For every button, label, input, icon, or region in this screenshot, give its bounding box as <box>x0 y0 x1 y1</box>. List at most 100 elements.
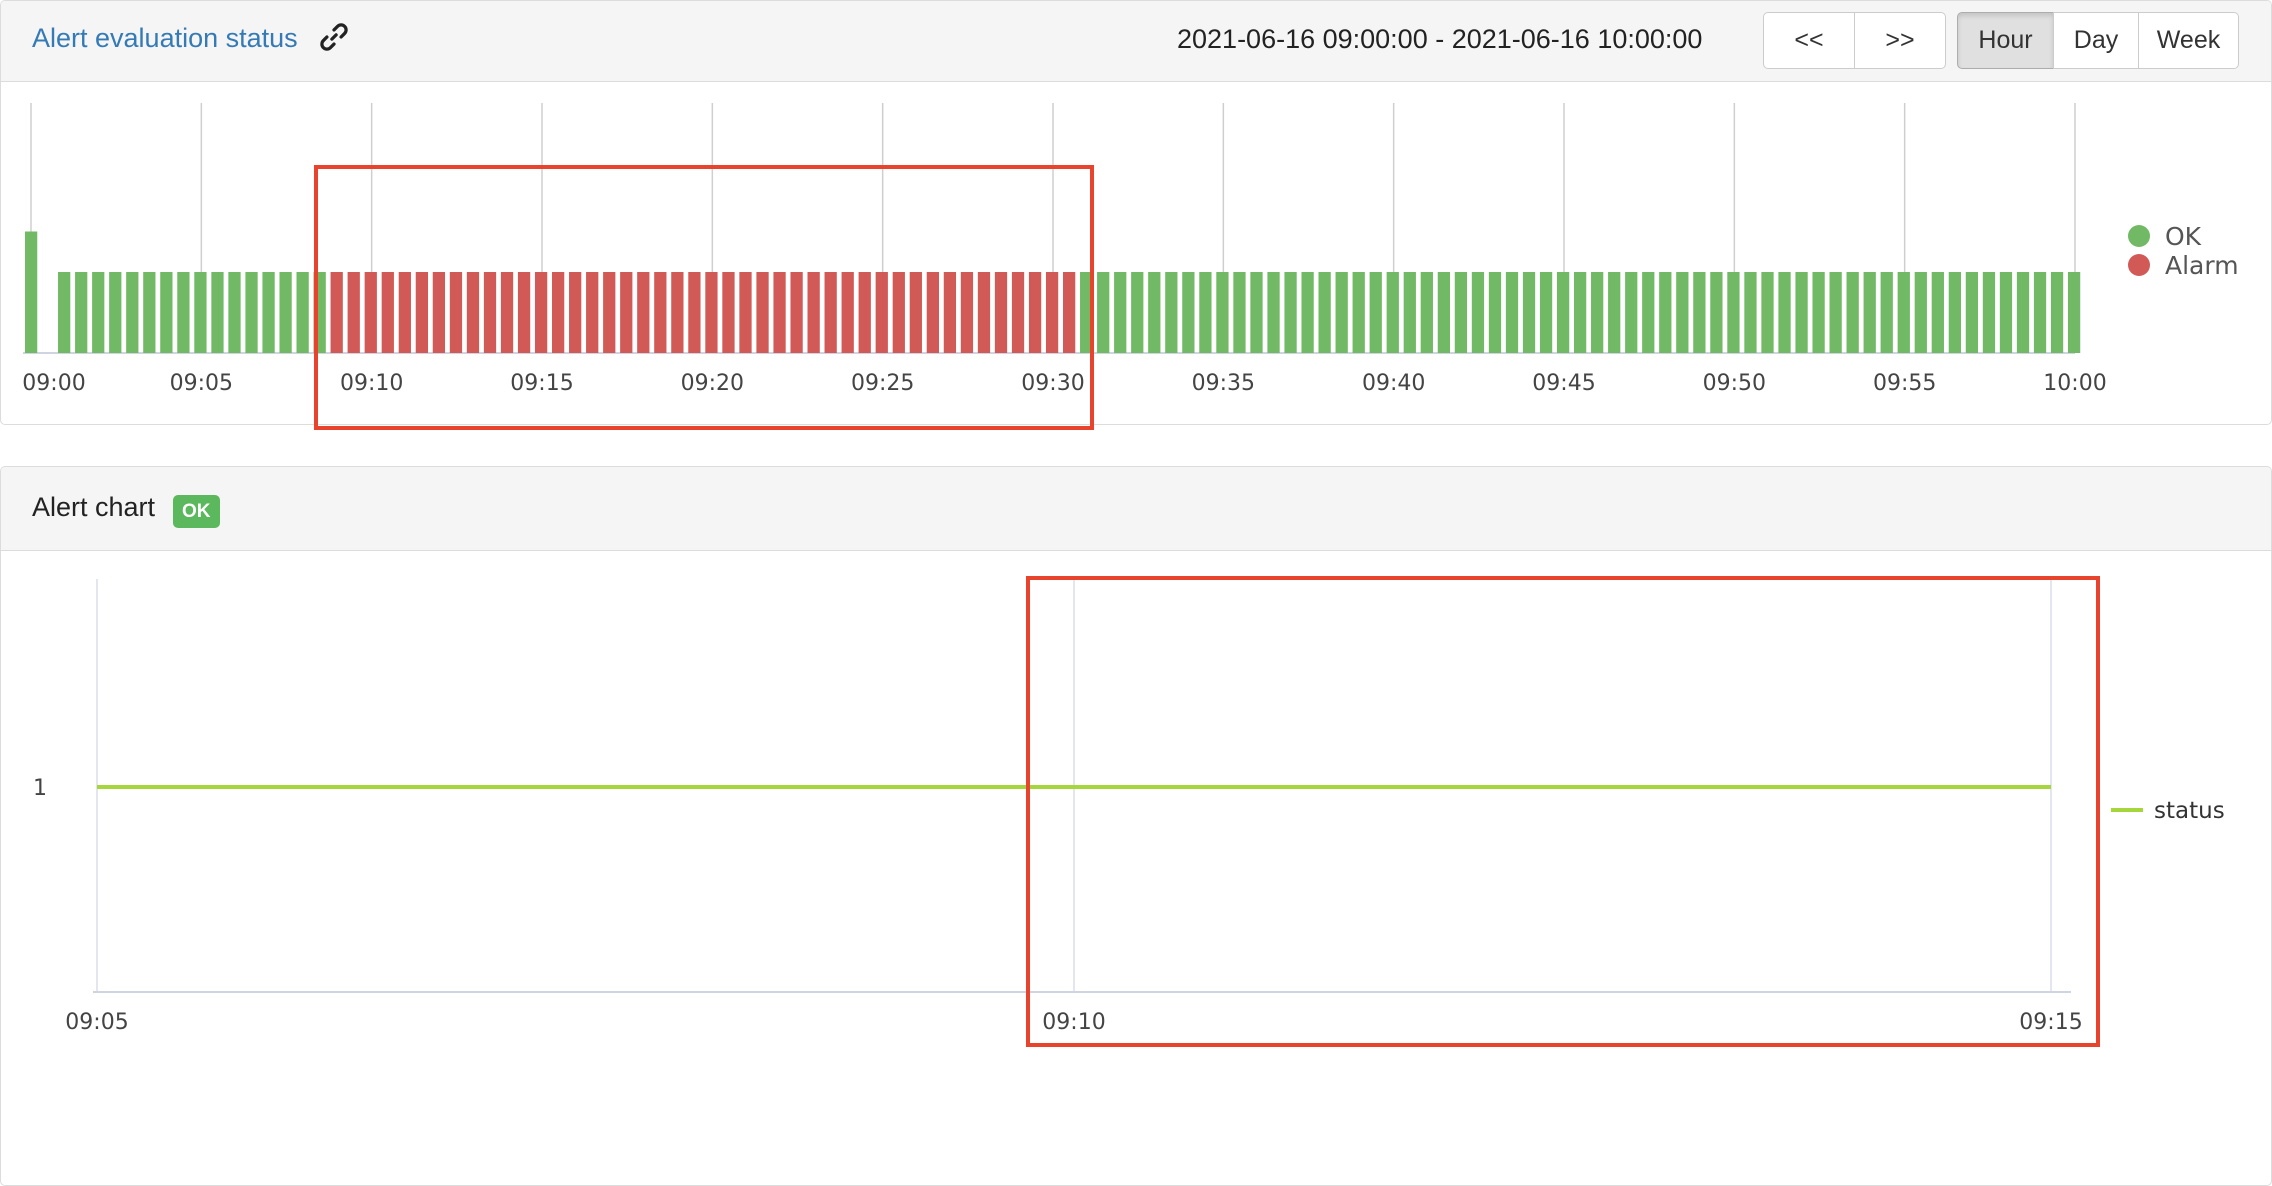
status-bar[interactable] <box>1982 272 1996 353</box>
status-bar[interactable] <box>1693 272 1706 353</box>
status-bar[interactable] <box>500 272 514 353</box>
status-bar[interactable] <box>1148 272 1161 353</box>
status-bar[interactable] <box>552 272 565 353</box>
status-bar[interactable] <box>1914 272 1927 353</box>
status-bar[interactable] <box>1812 272 1825 353</box>
status-bar[interactable] <box>1608 272 1621 353</box>
status-bar[interactable] <box>194 272 207 353</box>
status-bar[interactable] <box>1454 272 1468 353</box>
status-bar[interactable] <box>1233 272 1246 353</box>
status-bar[interactable] <box>1591 272 1604 353</box>
status-bar[interactable] <box>1676 272 1689 353</box>
status-bar[interactable] <box>858 272 871 353</box>
status-bar[interactable] <box>1284 272 1297 353</box>
status-bar[interactable] <box>1846 272 1859 353</box>
status-bar[interactable] <box>1045 272 1059 353</box>
status-bar[interactable] <box>1250 272 1263 353</box>
status-bar[interactable] <box>2050 272 2064 353</box>
status-bar[interactable] <box>586 272 599 353</box>
status-bar[interactable] <box>466 272 480 353</box>
status-bar[interactable] <box>739 272 752 353</box>
status-bar[interactable] <box>1778 272 1791 353</box>
status-bar[interactable] <box>1131 272 1144 353</box>
status-bar[interactable] <box>296 272 309 353</box>
status-bar[interactable] <box>1420 272 1433 353</box>
status-bar[interactable] <box>1386 272 1399 353</box>
status-bar[interactable] <box>603 272 616 353</box>
status-bar[interactable] <box>1028 272 1042 353</box>
status-bar[interactable] <box>279 272 292 353</box>
status-bar[interactable] <box>1880 272 1893 353</box>
status-bar[interactable] <box>25 231 38 354</box>
status-bar[interactable] <box>245 272 258 353</box>
status-bar[interactable] <box>109 272 122 353</box>
status-bar[interactable] <box>160 272 173 353</box>
status-bar[interactable] <box>773 272 786 353</box>
status-bar[interactable] <box>1761 272 1774 353</box>
status-bar[interactable] <box>977 272 991 353</box>
status-bar[interactable] <box>1948 272 1961 353</box>
status-bar[interactable] <box>2067 272 2081 353</box>
status-bar[interactable] <box>262 272 275 353</box>
status-bar[interactable] <box>483 272 497 353</box>
status-bar[interactable] <box>943 272 957 353</box>
status-bar[interactable] <box>841 272 854 353</box>
status-bar[interactable] <box>654 272 667 353</box>
status-bar[interactable] <box>75 272 88 353</box>
status-bar[interactable] <box>228 272 241 353</box>
status-bar[interactable] <box>517 272 531 353</box>
status-bar[interactable] <box>1216 272 1229 353</box>
status-bar[interactable] <box>1199 272 1212 353</box>
status-bar[interactable] <box>1097 272 1110 353</box>
legend-label[interactable]: Alarm <box>2165 251 2239 280</box>
status-bar[interactable] <box>1642 272 1655 353</box>
status-bar[interactable] <box>211 272 224 353</box>
status-bar[interactable] <box>790 272 803 353</box>
status-bar[interactable] <box>1471 272 1485 353</box>
status-bar[interactable] <box>1335 272 1348 353</box>
status-bar[interactable] <box>1352 272 1365 353</box>
status-bar[interactable] <box>1063 272 1076 353</box>
status-bar[interactable] <box>1574 272 1587 353</box>
status-bar[interactable] <box>909 272 922 353</box>
status-bar[interactable] <box>960 272 974 353</box>
status-bar[interactable] <box>722 272 735 353</box>
status-bar[interactable] <box>177 272 190 353</box>
status-bar[interactable] <box>1999 272 2013 353</box>
status-bar[interactable] <box>1267 272 1280 353</box>
status-bar[interactable] <box>1556 272 1570 353</box>
status-bar[interactable] <box>1795 272 1808 353</box>
status-bar[interactable] <box>1301 272 1314 353</box>
status-bar[interactable] <box>2033 272 2047 353</box>
status-bar[interactable] <box>756 272 769 353</box>
status-bar[interactable] <box>807 272 820 353</box>
status-bar[interactable] <box>330 272 343 353</box>
status-bar[interactable] <box>381 272 394 353</box>
status-bar[interactable] <box>92 272 105 353</box>
status-bar[interactable] <box>1437 272 1450 353</box>
status-bar[interactable] <box>1522 272 1536 353</box>
status-bar[interactable] <box>58 272 71 353</box>
status-bar[interactable] <box>1505 272 1519 353</box>
status-bar[interactable] <box>875 272 888 353</box>
status-bar[interactable] <box>1488 272 1502 353</box>
status-bar[interactable] <box>143 272 156 353</box>
status-bar[interactable] <box>1318 272 1331 353</box>
status-bar[interactable] <box>432 272 446 353</box>
status-bar[interactable] <box>398 272 411 353</box>
status-bar[interactable] <box>926 272 939 353</box>
status-bar[interactable] <box>1710 272 1723 353</box>
status-bar[interactable] <box>1965 272 1979 353</box>
status-bar[interactable] <box>1931 272 1944 353</box>
status-bar[interactable] <box>824 272 837 353</box>
status-bar[interactable] <box>892 272 905 353</box>
status-bar[interactable] <box>364 272 377 353</box>
status-bar[interactable] <box>637 272 650 353</box>
status-bar[interactable] <box>1539 272 1553 353</box>
status-bar[interactable] <box>1011 272 1025 353</box>
status-bar[interactable] <box>2016 272 2030 353</box>
status-bar[interactable] <box>449 272 463 353</box>
status-bar[interactable] <box>688 272 701 353</box>
status-bar[interactable] <box>126 272 139 353</box>
status-bar[interactable] <box>1114 272 1127 353</box>
